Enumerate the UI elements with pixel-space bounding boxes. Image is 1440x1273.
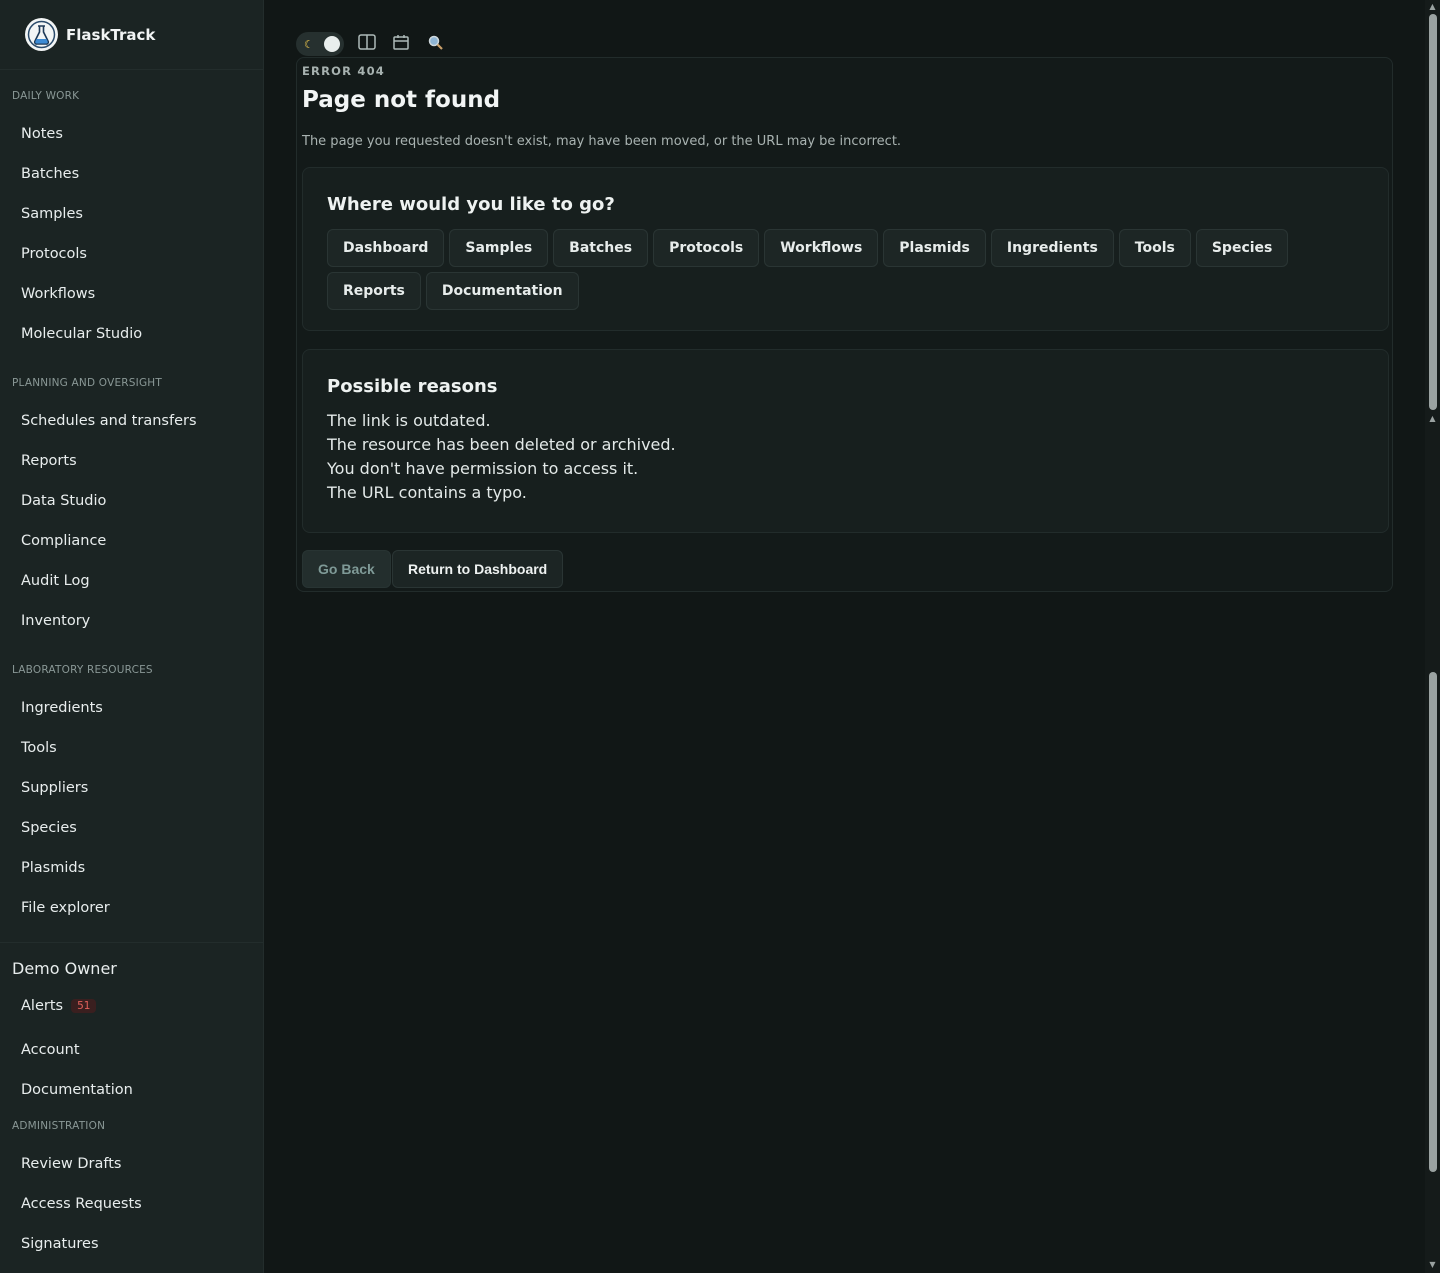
sidebar-item-access-requests[interactable]: Access Requests [0, 1184, 263, 1224]
sidebar-item-data-studio[interactable]: Data Studio [0, 481, 263, 521]
flask-logo-icon [25, 18, 58, 51]
sidebar-item-documentation[interactable]: Documentation [0, 1070, 263, 1110]
sidebar-item-tools[interactable]: Tools [0, 728, 263, 768]
link-dashboard[interactable]: Dashboard [327, 229, 445, 267]
sidebar-item-notes[interactable]: Notes [0, 114, 263, 154]
sidebar-item-protocols[interactable]: Protocols [0, 234, 263, 274]
toggle-knob [324, 36, 340, 52]
sidebar-item-workflows[interactable]: Workflows [0, 274, 263, 314]
link-plasmids[interactable]: Plasmids [883, 229, 986, 267]
sidebar-item-alerts[interactable]: Alerts 51 [0, 987, 263, 1025]
sidebar-item-plasmids[interactable]: Plasmids [0, 848, 263, 888]
link-workflows[interactable]: Workflows [764, 229, 879, 267]
error-card: ERROR 404 Page not found The page you re… [296, 57, 1393, 592]
sidebar: FlaskTrack DAILY WORK Notes Batches Samp… [0, 0, 264, 1273]
alerts-count-badge: 51 [71, 999, 97, 1013]
error-code: ERROR 404 [302, 64, 386, 78]
link-samples[interactable]: Samples [449, 229, 549, 267]
sidebar-item-species[interactable]: Species [0, 808, 263, 848]
link-species[interactable]: Species [1195, 229, 1289, 267]
user-name: Demo Owner [12, 959, 117, 978]
user-block: Demo Owner Alerts 51 Account Documentati… [0, 942, 263, 1264]
sidebar-item-compliance[interactable]: Compliance [0, 521, 263, 561]
go-back-button[interactable]: Go Back [302, 550, 391, 588]
sidebar-item-schedules[interactable]: Schedules and transfers [0, 401, 263, 441]
calendar-icon[interactable] [390, 34, 412, 54]
sidebar-item-ingredients[interactable]: Ingredients [0, 688, 263, 728]
moon-icon: ☾ [304, 37, 314, 51]
sidebar-item-inventory[interactable]: Inventory [0, 601, 263, 641]
section-label-lab-resources: LABORATORY RESOURCES [12, 664, 153, 676]
sidebar-item-samples[interactable]: Samples [0, 194, 263, 234]
link-protocols[interactable]: Protocols [653, 229, 760, 267]
scroll-thumb[interactable] [1429, 14, 1437, 410]
reason-item: You don't have permission to access it. [327, 459, 639, 478]
sidebar-item-molecular-studio[interactable]: Molecular Studio [0, 314, 263, 354]
link-documentation[interactable]: Documentation [425, 272, 579, 310]
reasons-panel-title: Possible reasons [327, 376, 498, 397]
scroll-down-icon[interactable]: ▼ [1428, 1260, 1437, 1269]
reason-item: The URL contains a typo. [327, 483, 527, 502]
sidebar-item-review-drafts[interactable]: Review Drafts [0, 1144, 263, 1184]
search-icon[interactable] [424, 35, 446, 54]
sidebar-item-suppliers[interactable]: Suppliers [0, 768, 263, 808]
sidebar-item-signatures[interactable]: Signatures [0, 1224, 263, 1264]
app-name: FlaskTrack [66, 25, 156, 44]
section-label-planning: PLANNING AND OVERSIGHT [12, 377, 163, 389]
link-tools[interactable]: Tools [1118, 229, 1191, 267]
sidebar-item-reports[interactable]: Reports [0, 441, 263, 481]
link-batches[interactable]: Batches [553, 229, 649, 267]
scroll-thumb[interactable] [1429, 672, 1437, 1172]
alerts-label: Alerts [21, 998, 64, 1014]
link-ingredients[interactable]: Ingredients [990, 229, 1114, 267]
page-title: Page not found [302, 87, 501, 113]
section-label-daily-work: DAILY WORK [12, 90, 80, 102]
quick-links: Dashboard Samples Batches Protocols Work… [327, 229, 1327, 310]
sidebar-item-account[interactable]: Account [0, 1030, 263, 1070]
sidebar-item-file-explorer[interactable]: File explorer [0, 888, 263, 928]
return-to-dashboard-button[interactable]: Return to Dashboard [392, 550, 564, 588]
scroll-up-icon[interactable]: ▲ [1428, 2, 1437, 11]
section-label-administration: ADMINISTRATION [12, 1120, 106, 1132]
reasons-panel: Possible reasons The link is outdated. T… [302, 349, 1389, 533]
navigation-panel: Where would you like to go? Dashboard Sa… [302, 167, 1389, 331]
sidebar-item-batches[interactable]: Batches [0, 154, 263, 194]
reason-item: The resource has been deleted or archive… [327, 435, 676, 454]
link-reports[interactable]: Reports [327, 272, 421, 310]
error-description: The page you requested doesn't exist, ma… [302, 134, 902, 149]
brand[interactable]: FlaskTrack [0, 0, 263, 70]
navigation-panel-title: Where would you like to go? [327, 194, 615, 215]
scrollbar[interactable]: ▲ ▲ ▼ [1425, 0, 1440, 1273]
theme-toggle[interactable]: ☾ [296, 32, 344, 56]
columns-icon[interactable] [356, 34, 378, 54]
sidebar-item-audit-log[interactable]: Audit Log [0, 561, 263, 601]
reason-item: The link is outdated. [327, 411, 491, 430]
top-toolbar: ☾ [296, 32, 446, 56]
scroll-up-icon[interactable]: ▲ [1428, 414, 1437, 423]
